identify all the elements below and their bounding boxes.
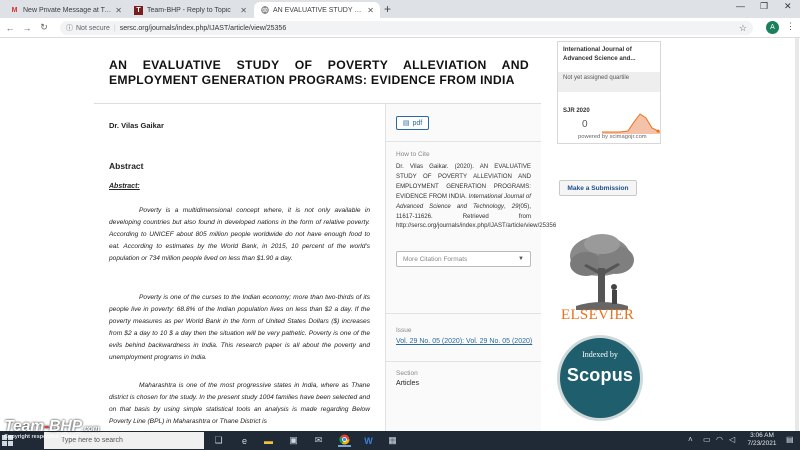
taskbar-clock[interactable]: 3:06 AM 7/23/2021 xyxy=(744,432,780,448)
tab-strip: M New Private Message at Team-BHP ✕ T Te… xyxy=(0,0,800,18)
citation-separator: , xyxy=(503,202,512,210)
brand-part: Team xyxy=(4,418,45,435)
clock-date: 7/23/2021 xyxy=(747,440,777,447)
abstract-subheading: Abstract: xyxy=(109,183,140,190)
scimago-widget[interactable]: International Journal of Advanced Scienc… xyxy=(557,41,661,144)
issue-link[interactable]: Vol. 29 No. 05 (2020): Vol. 29 No. 05 (2… xyxy=(396,337,536,347)
tab-title: AN EVALUATIVE STUDY OF POVERTY xyxy=(273,6,364,14)
info-icon[interactable]: ⓘ xyxy=(66,23,73,33)
pdf-label: pdf xyxy=(412,119,423,127)
scopus-badge[interactable]: Indexed by Scopus xyxy=(557,335,643,421)
clock-time: 3:06 AM xyxy=(750,432,774,439)
globe-icon xyxy=(260,6,269,15)
divider: | xyxy=(113,24,116,32)
kebab-menu-icon[interactable]: ⋮ xyxy=(786,21,795,32)
how-to-cite-label: How to Cite xyxy=(396,151,430,158)
divider xyxy=(386,361,541,362)
minimize-icon[interactable]: — xyxy=(736,1,745,11)
reload-icon[interactable]: ↻ xyxy=(37,22,51,33)
article-main: AN EVALUATIVE STUDY OF POVERTY ALLEVIATI… xyxy=(94,38,529,431)
section-label: Section xyxy=(396,370,418,377)
chevron-down-icon: ▼ xyxy=(518,256,524,262)
scopus-wordmark: Scopus xyxy=(566,365,634,385)
tray-chevron-up-icon[interactable]: ˄ xyxy=(688,435,693,444)
tab-team-bhp[interactable]: T Team-BHP - Reply to Topic ✕ xyxy=(128,2,253,18)
hosted-on-label: HOSTED ON : xyxy=(4,411,50,418)
abstract-paragraph: Poverty is one of the curses to the Indi… xyxy=(109,294,370,361)
bookmark-star-icon[interactable]: ☆ xyxy=(739,23,747,34)
not-secure-label: Not secure xyxy=(76,24,110,32)
photos-icon[interactable]: ▦ xyxy=(386,434,399,447)
scopus-indexed-label: Indexed by xyxy=(582,350,618,359)
profile-avatar[interactable]: A xyxy=(766,21,779,34)
issue-label: Issue xyxy=(396,327,412,334)
pdf-download-button[interactable]: ▤ pdf xyxy=(396,116,429,130)
page-content: AN EVALUATIVE STUDY OF POVERTY ALLEVIATI… xyxy=(0,38,800,431)
address-bar[interactable]: ⓘ Not secure | sersc.org/journals/index.… xyxy=(60,21,753,35)
tab-title: New Private Message at Team-BHP xyxy=(23,6,111,14)
edge-icon[interactable]: e xyxy=(238,434,251,447)
new-tab-button[interactable]: + xyxy=(384,2,391,16)
article-author: Dr. Vilas Gaikar xyxy=(109,121,164,130)
sjr-sparkline xyxy=(602,113,660,134)
tab-article[interactable]: AN EVALUATIVE STUDY OF POVERTY ✕ xyxy=(254,2,380,18)
citation-format-select[interactable]: More Citation Formats ▼ xyxy=(396,251,531,267)
close-icon[interactable]: ✕ xyxy=(115,6,122,15)
scimago-powered-by: powered by scimagojr.com xyxy=(578,134,647,140)
citation-format-label: More Citation Formats xyxy=(403,255,468,263)
toolbar: ← → ↻ ⓘ Not secure | sersc.org/journals/… xyxy=(0,18,800,38)
url-text[interactable]: sersc.org/journals/index.php/IJAST/artic… xyxy=(120,25,287,32)
brand-part: BHP xyxy=(49,418,82,435)
make-submission-button[interactable]: Make a Submission xyxy=(559,180,637,196)
tab-title: Team-BHP - Reply to Topic xyxy=(147,6,231,14)
volume-icon[interactable]: ◁ xyxy=(729,435,735,444)
task-view-icon[interactable]: ❏ xyxy=(212,434,225,447)
forward-icon[interactable]: → xyxy=(20,23,34,33)
sjr-label: SJR 2020 xyxy=(563,108,590,114)
scrollbar[interactable] xyxy=(795,38,799,431)
divider xyxy=(386,313,541,314)
abstract-heading: Abstract xyxy=(109,161,144,171)
copyright-text: Copyright respective owners xyxy=(4,434,80,440)
windows-taskbar: Type here to search ❏ e ▬ ▣ ✉ W ▦ ˄ ▭ ◠ … xyxy=(0,431,800,450)
elsevier-wordmark[interactable]: ELSEVIER xyxy=(561,307,634,324)
scimago-quartile: Not yet assigned quartile xyxy=(558,72,660,92)
file-explorer-icon[interactable]: ▬ xyxy=(262,434,275,447)
gmail-icon: M xyxy=(11,6,18,14)
notification-icon[interactable]: ▤ xyxy=(786,435,794,444)
tab-gmail[interactable]: M New Private Message at Team-BHP ✕ xyxy=(4,2,128,18)
file-icon: ▤ xyxy=(402,120,410,127)
scimago-journal-name: International Journal of Advanced Scienc… xyxy=(563,46,636,62)
store-icon[interactable]: ▣ xyxy=(287,434,300,447)
brand-suffix: .com xyxy=(81,424,100,433)
close-icon[interactable]: ✕ xyxy=(240,6,247,15)
close-icon[interactable]: ✕ xyxy=(367,6,374,15)
abstract-paragraph: Maharashtra is one of the most progressi… xyxy=(109,382,370,425)
article-title: AN EVALUATIVE STUDY OF POVERTY ALLEVIATI… xyxy=(109,58,529,87)
maximize-icon[interactable]: ❐ xyxy=(760,1,768,12)
window-close-icon[interactable]: ✕ xyxy=(784,1,792,12)
team-bhp-watermark: HOSTED ON : Team-BHP.com Copyright respe… xyxy=(4,411,100,440)
citation-text: Dr. Vilas Gaikar. (2020). AN EVALUATIVE … xyxy=(396,162,556,231)
back-icon[interactable]: ← xyxy=(3,23,17,33)
chrome-icon[interactable] xyxy=(338,434,351,447)
word-icon[interactable]: W xyxy=(362,434,375,447)
battery-icon[interactable]: ▭ xyxy=(703,435,711,444)
mail-icon[interactable]: ✉ xyxy=(312,434,325,447)
divider xyxy=(386,141,541,142)
section-value: Articles xyxy=(396,380,419,387)
wifi-icon[interactable]: ◠ xyxy=(716,435,723,444)
article-details-panel: ▤ pdf How to Cite Dr. Vilas Gaikar. (202… xyxy=(386,104,556,431)
team-bhp-icon: T xyxy=(134,5,143,15)
sjr-value: 0 xyxy=(582,119,588,130)
abstract-paragraph: Poverty is a multidimensional concept wh… xyxy=(109,207,370,262)
